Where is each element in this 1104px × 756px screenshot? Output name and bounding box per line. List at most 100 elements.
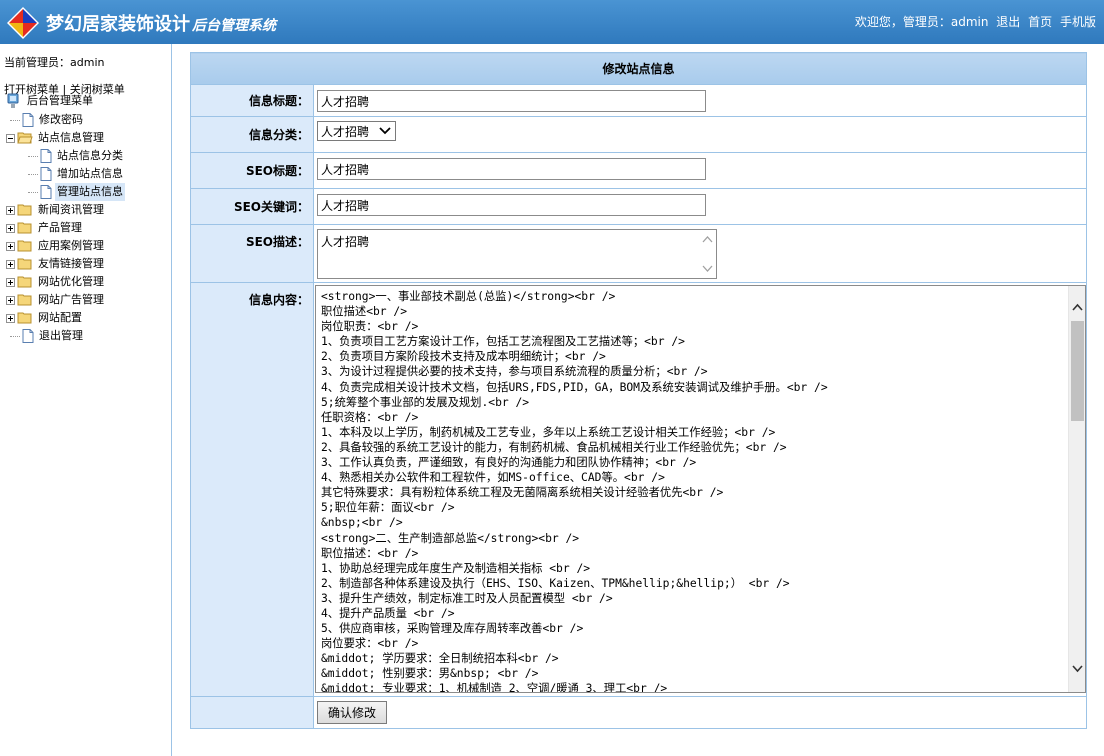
submit-button[interactable]: 确认修改	[317, 701, 388, 724]
folder-icon	[17, 222, 32, 234]
mobile-link[interactable]: 手机版	[1060, 15, 1096, 29]
content-line: 职位描述：<br />	[321, 546, 419, 560]
edit-form: 修改站点信息 信息标题： 信息分类： 人才招聘 SEO标题： SEO关键词： S…	[190, 52, 1087, 729]
content-line: &middot; 学历要求：全日制统招本科<br />	[321, 652, 559, 666]
title-label: 信息标题：	[190, 84, 314, 117]
content-line: &middot; 性别要求：男&nbsp; <br />	[321, 667, 539, 681]
sidebar-item-site-info[interactable]: 站点信息管理	[6, 129, 106, 147]
sidebar-item-seo[interactable]: 网站优化管理	[6, 273, 106, 291]
content-label: 信息内容：	[190, 282, 314, 697]
content-line: <strong>二、生产制造部总监</strong><br />	[321, 531, 580, 545]
title-input[interactable]	[317, 90, 706, 112]
sidebar-item-label: 网站优化管理	[38, 275, 104, 288]
site-subtitle: 后台管理系统	[192, 18, 276, 34]
content-scrollbar[interactable]	[1068, 286, 1085, 692]
content-line: 1、协助总经理完成年度生产及制造相关指标 <br />	[321, 561, 591, 575]
content-line: 任职资格：<br />	[321, 410, 419, 424]
collapse-icon[interactable]	[6, 133, 15, 143]
logout-link[interactable]: 退出	[996, 15, 1020, 29]
sidebar-item-label: 退出管理	[39, 329, 83, 342]
scroll-thumb[interactable]	[1071, 321, 1084, 421]
seo-title-input[interactable]	[317, 158, 706, 180]
content-line: 4、熟悉相关办公软件和工程软件，如MS-office、CAD等。<br />	[321, 471, 665, 485]
sidebar-item-label: 网站广告管理	[38, 293, 104, 306]
content-textarea[interactable]: <strong>一、事业部技术副总(总监)</strong><br /> 职位描述…	[315, 285, 1086, 693]
form-caption: 修改站点信息	[190, 52, 1087, 85]
scroll-down-icon[interactable]	[1072, 663, 1083, 674]
document-icon	[22, 113, 34, 127]
sidebar-item-label: 友情链接管理	[38, 257, 104, 270]
content-line: 5;统筹整个事业部的发展及规划.<br />	[321, 395, 530, 409]
expand-icon[interactable]	[6, 205, 15, 215]
sidebar-item-cases[interactable]: 应用案例管理	[6, 237, 106, 255]
sidebar-item-manage-site-info[interactable]: 管理站点信息	[28, 183, 125, 201]
scrollbar-arrows-icon[interactable]	[699, 230, 716, 278]
scroll-up-icon[interactable]	[1072, 302, 1083, 313]
category-select[interactable]: 人才招聘	[317, 121, 396, 141]
folder-icon	[17, 294, 32, 306]
tree-line	[28, 155, 38, 157]
top-header: 梦幻居家装饰设计 后台管理系统 欢迎您，管理员：admin 退出 首页 手机版	[0, 0, 1104, 44]
expand-icon[interactable]	[6, 241, 15, 251]
welcome-text: 欢迎您，管理员：admin	[854, 15, 989, 29]
content-line: 5、供应商审核，采购管理及库存周转率改善<br />	[321, 622, 584, 636]
content-line: &nbsp;<br />	[321, 516, 403, 530]
category-select-value: 人才招聘	[321, 124, 370, 139]
sidebar-item-links[interactable]: 友情链接管理	[6, 255, 106, 273]
seo-desc-textarea[interactable]: 人才招聘	[317, 229, 717, 279]
main-panel: 修改站点信息 信息标题： 信息分类： 人才招聘 SEO标题： SEO关键词： S…	[190, 52, 1087, 729]
category-label: 信息分类：	[190, 116, 314, 153]
document-icon	[40, 149, 52, 163]
tree-line	[10, 335, 20, 337]
sidebar-item-add-site-info[interactable]: 增加站点信息	[28, 165, 125, 183]
tree-line	[28, 173, 38, 175]
content-line: 3、为设计过程提供必要的技术支持，参与项目系统流程的质量分析；<br />	[321, 365, 708, 379]
sidebar-item-ads[interactable]: 网站广告管理	[6, 291, 106, 309]
home-link[interactable]: 首页	[1028, 15, 1052, 29]
document-icon	[22, 329, 34, 343]
sidebar-item-label: 增加站点信息	[57, 167, 123, 180]
sidebar-item-label: 产品管理	[38, 221, 82, 234]
sidebar-item-logout[interactable]: 退出管理	[10, 327, 85, 345]
content-line: 职位描述<br />	[321, 305, 407, 319]
sidebar-item-site-category[interactable]: 站点信息分类	[28, 147, 125, 165]
folder-icon	[17, 204, 32, 216]
sidebar-item-products[interactable]: 产品管理	[6, 219, 84, 237]
folder-icon	[17, 276, 32, 288]
sidebar-item-news[interactable]: 新闻资讯管理	[6, 201, 106, 219]
content-line: 2、具备较强的系统工艺设计的能力，有制药机械、食品机械相关行业工作经验优先；<b…	[321, 440, 787, 454]
sidebar-item-config[interactable]: 网站配置	[6, 309, 84, 327]
content-line: 1、负责项目工艺方案设计工作，包括工艺流程图及工艺描述等；<br />	[321, 335, 685, 349]
sidebar-item-label: 网站配置	[38, 311, 82, 324]
expand-icon[interactable]	[6, 277, 15, 287]
tree-root[interactable]: 后台管理菜单	[6, 92, 95, 110]
folder-icon	[17, 258, 32, 270]
site-title: 梦幻居家装饰设计 后台管理系统	[46, 10, 276, 36]
sidebar-item-change-password[interactable]: 修改密码	[10, 111, 85, 129]
sidebar-item-label: 新闻资讯管理	[38, 203, 104, 216]
content-line: 2、制造部各种体系建设及执行（EHS、ISO、Kaizen、TPM&hellip…	[321, 576, 790, 590]
sidebar-item-label: 站点信息管理	[38, 131, 104, 144]
content-line: 岗位要求：<br />	[321, 637, 419, 651]
folder-icon	[17, 240, 32, 252]
content-line: &middot; 专业要求：1、机械制造 2、空调/暖通 3、理工<br />	[321, 682, 668, 693]
content-line: 4、提升产品质量 <br />	[321, 606, 455, 620]
sidebar-item-label: 修改密码	[39, 113, 83, 126]
submit-row-label	[190, 696, 314, 729]
folder-open-icon	[17, 132, 33, 144]
seo-keywords-input[interactable]	[317, 194, 706, 216]
sidebar-item-label: 应用案例管理	[38, 239, 104, 252]
expand-icon[interactable]	[6, 313, 15, 323]
content-line: 2、负责项目方案阶段技术支持及成本明细统计；<br />	[321, 350, 606, 364]
logo-icon	[7, 7, 39, 39]
expand-icon[interactable]	[6, 223, 15, 233]
expand-icon[interactable]	[6, 295, 15, 305]
content-line: <strong>一、事业部技术副总(总监)</strong><br />	[321, 290, 616, 303]
computer-icon	[7, 93, 19, 108]
expand-icon[interactable]	[6, 259, 15, 269]
content-line: 1、本科及以上学历，制药机械及工艺专业，多年以上系统工艺设计相关工作经验；<br…	[321, 425, 776, 439]
seo-keywords-label: SEO关键词：	[190, 188, 314, 225]
sidebar-item-label: 管理站点信息	[55, 183, 125, 201]
content-line: 5;职位年薪：面议<br />	[321, 501, 455, 515]
current-admin-label: 当前管理员：admin	[4, 56, 105, 69]
